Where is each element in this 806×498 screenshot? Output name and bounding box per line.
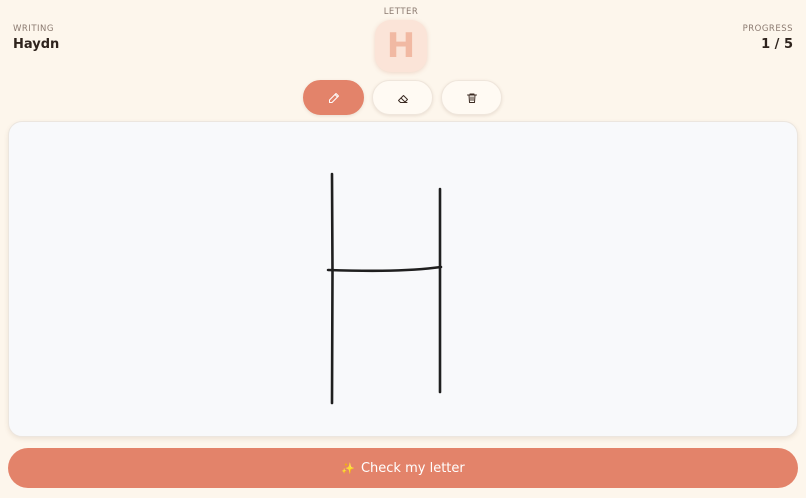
child-name: Haydn bbox=[13, 37, 60, 52]
sparkles-icon: ✨ bbox=[341, 461, 355, 475]
target-letter-block: LETTER H bbox=[375, 7, 427, 72]
pencil-icon bbox=[328, 92, 339, 103]
eraser-icon bbox=[397, 94, 408, 103]
progress-value: 1 / 5 bbox=[761, 37, 793, 52]
check-letter-button[interactable]: ✨ Check my letter bbox=[8, 448, 798, 488]
writing-label: WRITING bbox=[13, 24, 54, 34]
progress-label: PROGRESS bbox=[742, 24, 793, 34]
check-letter-label: Check my letter bbox=[360, 460, 465, 476]
letter-practice-app: WRITING Haydn LETTER H PROGRESS 1 / 5 ✨ … bbox=[0, 0, 806, 498]
drawn-strokes bbox=[326, 172, 443, 405]
stroke-left-vertical bbox=[330, 172, 334, 405]
target-letter-tile: H bbox=[375, 20, 427, 72]
pencil-button[interactable] bbox=[303, 80, 364, 115]
clear-button[interactable] bbox=[441, 80, 502, 115]
trash-icon bbox=[466, 93, 477, 103]
letter-label: LETTER bbox=[383, 7, 419, 17]
progress-info: PROGRESS 1 / 5 bbox=[743, 24, 793, 52]
eraser-button[interactable] bbox=[372, 80, 433, 115]
stroke-crossbar bbox=[326, 265, 443, 273]
drawing-canvas[interactable] bbox=[8, 121, 798, 437]
drawing-toolbar bbox=[303, 80, 502, 115]
writing-info: WRITING Haydn bbox=[13, 24, 59, 52]
